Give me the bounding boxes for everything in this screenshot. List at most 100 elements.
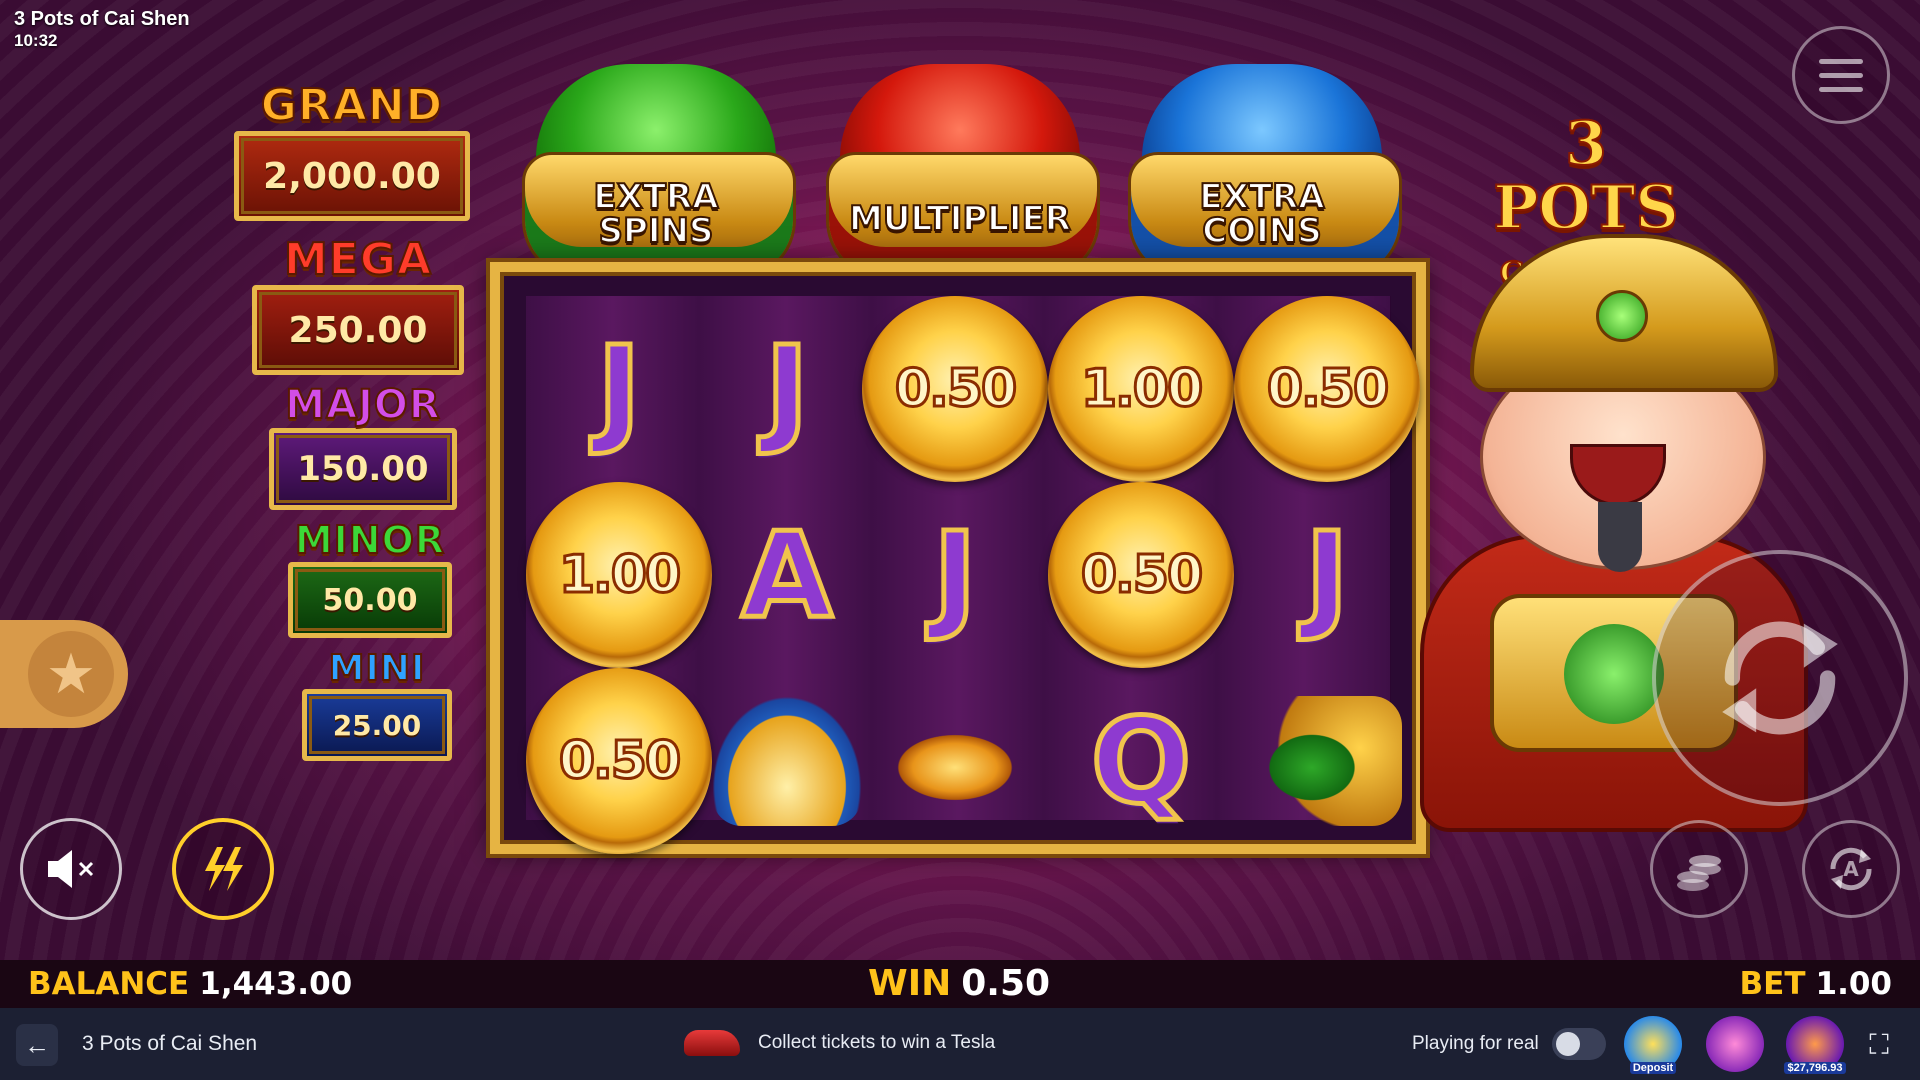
pot-label-line2: SPINS [598,211,715,251]
reel-cell: Q [1048,668,1234,854]
reel-cell [712,668,862,854]
coin-value: 1.00 [1079,358,1204,421]
bet-display: BET 1.00 [1740,966,1892,1002]
bet-value: 1.00 [1815,966,1893,1002]
balance-display: BALANCE 1,443.00 [28,966,352,1002]
arrow-left-icon: ← [24,1029,50,1060]
character-beard [1598,502,1642,572]
bonuz-badge[interactable]: Deposit [1624,1016,1682,1074]
coin-value: 0.50 [557,730,682,793]
host-bar: ← 3 Pots of Cai Shen Collect tickets to … [0,1008,1920,1080]
pot-label-line1: MULTIPLIER [848,199,1072,239]
coin-value: 0.50 [893,358,1018,421]
coin-value: 0.50 [1265,358,1390,421]
reel-cell: 0.50 [526,668,712,854]
reel-cell: J [526,296,712,482]
pot-extra-spins: EXTRA SPINS [516,64,796,280]
sound-toggle-button[interactable] [20,818,122,920]
real-play-toggle[interactable] [1552,1028,1606,1060]
coin-symbol: 0.50 [1234,296,1420,482]
spin-arrows-icon [1722,621,1838,735]
jackpot-value: 250.00 [252,285,464,375]
reel-cell: J [712,296,862,482]
reel-cell [1234,668,1420,854]
symbol-j: J [595,318,644,461]
reel-cell: 1.00 [1048,296,1234,482]
jackpot-value: 50.00 [288,562,452,638]
turtle-icon [1252,696,1402,826]
top-info: 3 Pots of Cai Shen 10:32 [14,8,190,52]
autoplay-icon: A [1830,847,1872,891]
coin-symbol: 0.50 [1048,482,1234,668]
reel-cell: 0.50 [1048,482,1234,668]
balance-label: BALANCE [28,966,190,1002]
jackpot-grand: GRAND 2,000.00 [224,79,480,221]
jackpot-name: GRAND [260,79,444,132]
jackpot-mega: MEGA 250.00 [242,233,474,375]
balance-value: 1,443.00 [199,966,353,1002]
pot-extra-coins: EXTRA COINS [1122,64,1402,280]
reel-cell: 0.50 [862,296,1048,482]
reel-grid: J J 0.50 1.00 0.50 1.00 A J 0.50 J 0.50 … [526,296,1420,854]
jackpot-value: 150.00 [269,428,457,510]
spin-button[interactable] [1652,550,1908,806]
turbo-button[interactable] [172,818,274,920]
game-title: 3 Pots of Cai Shen [14,8,190,30]
bet-label: BET [1739,966,1806,1002]
fullscreen-icon: ⛶ [1869,1029,1889,1060]
muted-speaker-icon [48,850,94,888]
coin-symbol: 0.50 [862,296,1048,482]
symbol-a: A [739,504,835,647]
host-game-title: 3 Pots of Cai Shen [82,1032,258,1055]
reel-cell: J [1234,482,1420,668]
jackpotz-amount: $27,796.93 [1784,1062,1846,1074]
logo-line1: 3 POTS [1492,109,1679,243]
symbol-j: J [763,318,812,461]
reel-cell: J [862,482,1048,668]
win-label: WIN [868,963,952,1004]
reel-cell: 0.50 [1234,296,1420,482]
pot-multiplier: MULTIPLIER [820,64,1100,280]
lightning-icon [205,847,243,891]
game-logo: 3 POTS OF CAI SHEN [1468,60,1704,291]
jackpot-name: MAJOR [284,381,441,429]
reel-cell: A [712,482,862,668]
game-scene: 3 Pots of Cai Shen 10:32 GRAND 2,000.00 … [0,0,1920,1008]
jackpot-name: MEGA [283,233,432,286]
reel-frame: J J 0.50 1.00 0.50 1.00 A J 0.50 J 0.50 … [490,262,1426,854]
symbol-j: J [1303,504,1352,647]
pot-label-line1: EXTRA [1198,177,1325,217]
autoplay-button[interactable]: A [1802,820,1900,918]
clock: 10:32 [14,31,58,50]
promo-banner[interactable]: Collect tickets to win a Tesla [684,1030,995,1056]
jackpot-value: 2,000.00 [234,131,470,221]
pot-label: EXTRA COINS [1122,177,1402,251]
jackpotz-badge[interactable]: $27,796.93 [1784,1016,1846,1074]
reel-cell [862,668,1048,854]
koi-fish-icon [880,696,1030,826]
jackpot-minor: MINOR 50.00 [276,517,464,638]
pot-label-line2: COINS [1201,211,1322,251]
jackpot-mini: MINI 25.00 [290,647,464,761]
hat-gem [1596,290,1648,342]
fullscreen-button[interactable]: ⛶ [1862,1028,1896,1062]
back-button[interactable]: ← [16,1024,58,1066]
jackpot-name: MINOR [294,517,446,563]
coin-symbol: 1.00 [526,482,712,668]
gold-boat-icon [712,696,862,826]
bonuz-caption: Deposit [1629,1062,1677,1074]
reel-cell: 1.00 [526,482,712,668]
pot-label: MULTIPLIER [820,199,1100,239]
coin-symbol: 0.50 [526,668,712,854]
jackpot-value: 25.00 [302,689,452,761]
tesla-car-icon [684,1030,740,1056]
symbol-q: Q [1088,690,1193,833]
jackpot-name: MINI [328,647,426,690]
win-value: 0.50 [961,963,1051,1004]
favourite-tab[interactable]: ★ [0,620,128,728]
piggyz-badge[interactable] [1706,1016,1764,1072]
star-icon: ★ [28,631,114,717]
menu-button[interactable] [1792,26,1890,124]
pot-label: EXTRA SPINS [516,179,796,251]
bet-coins-button[interactable] [1650,820,1748,918]
